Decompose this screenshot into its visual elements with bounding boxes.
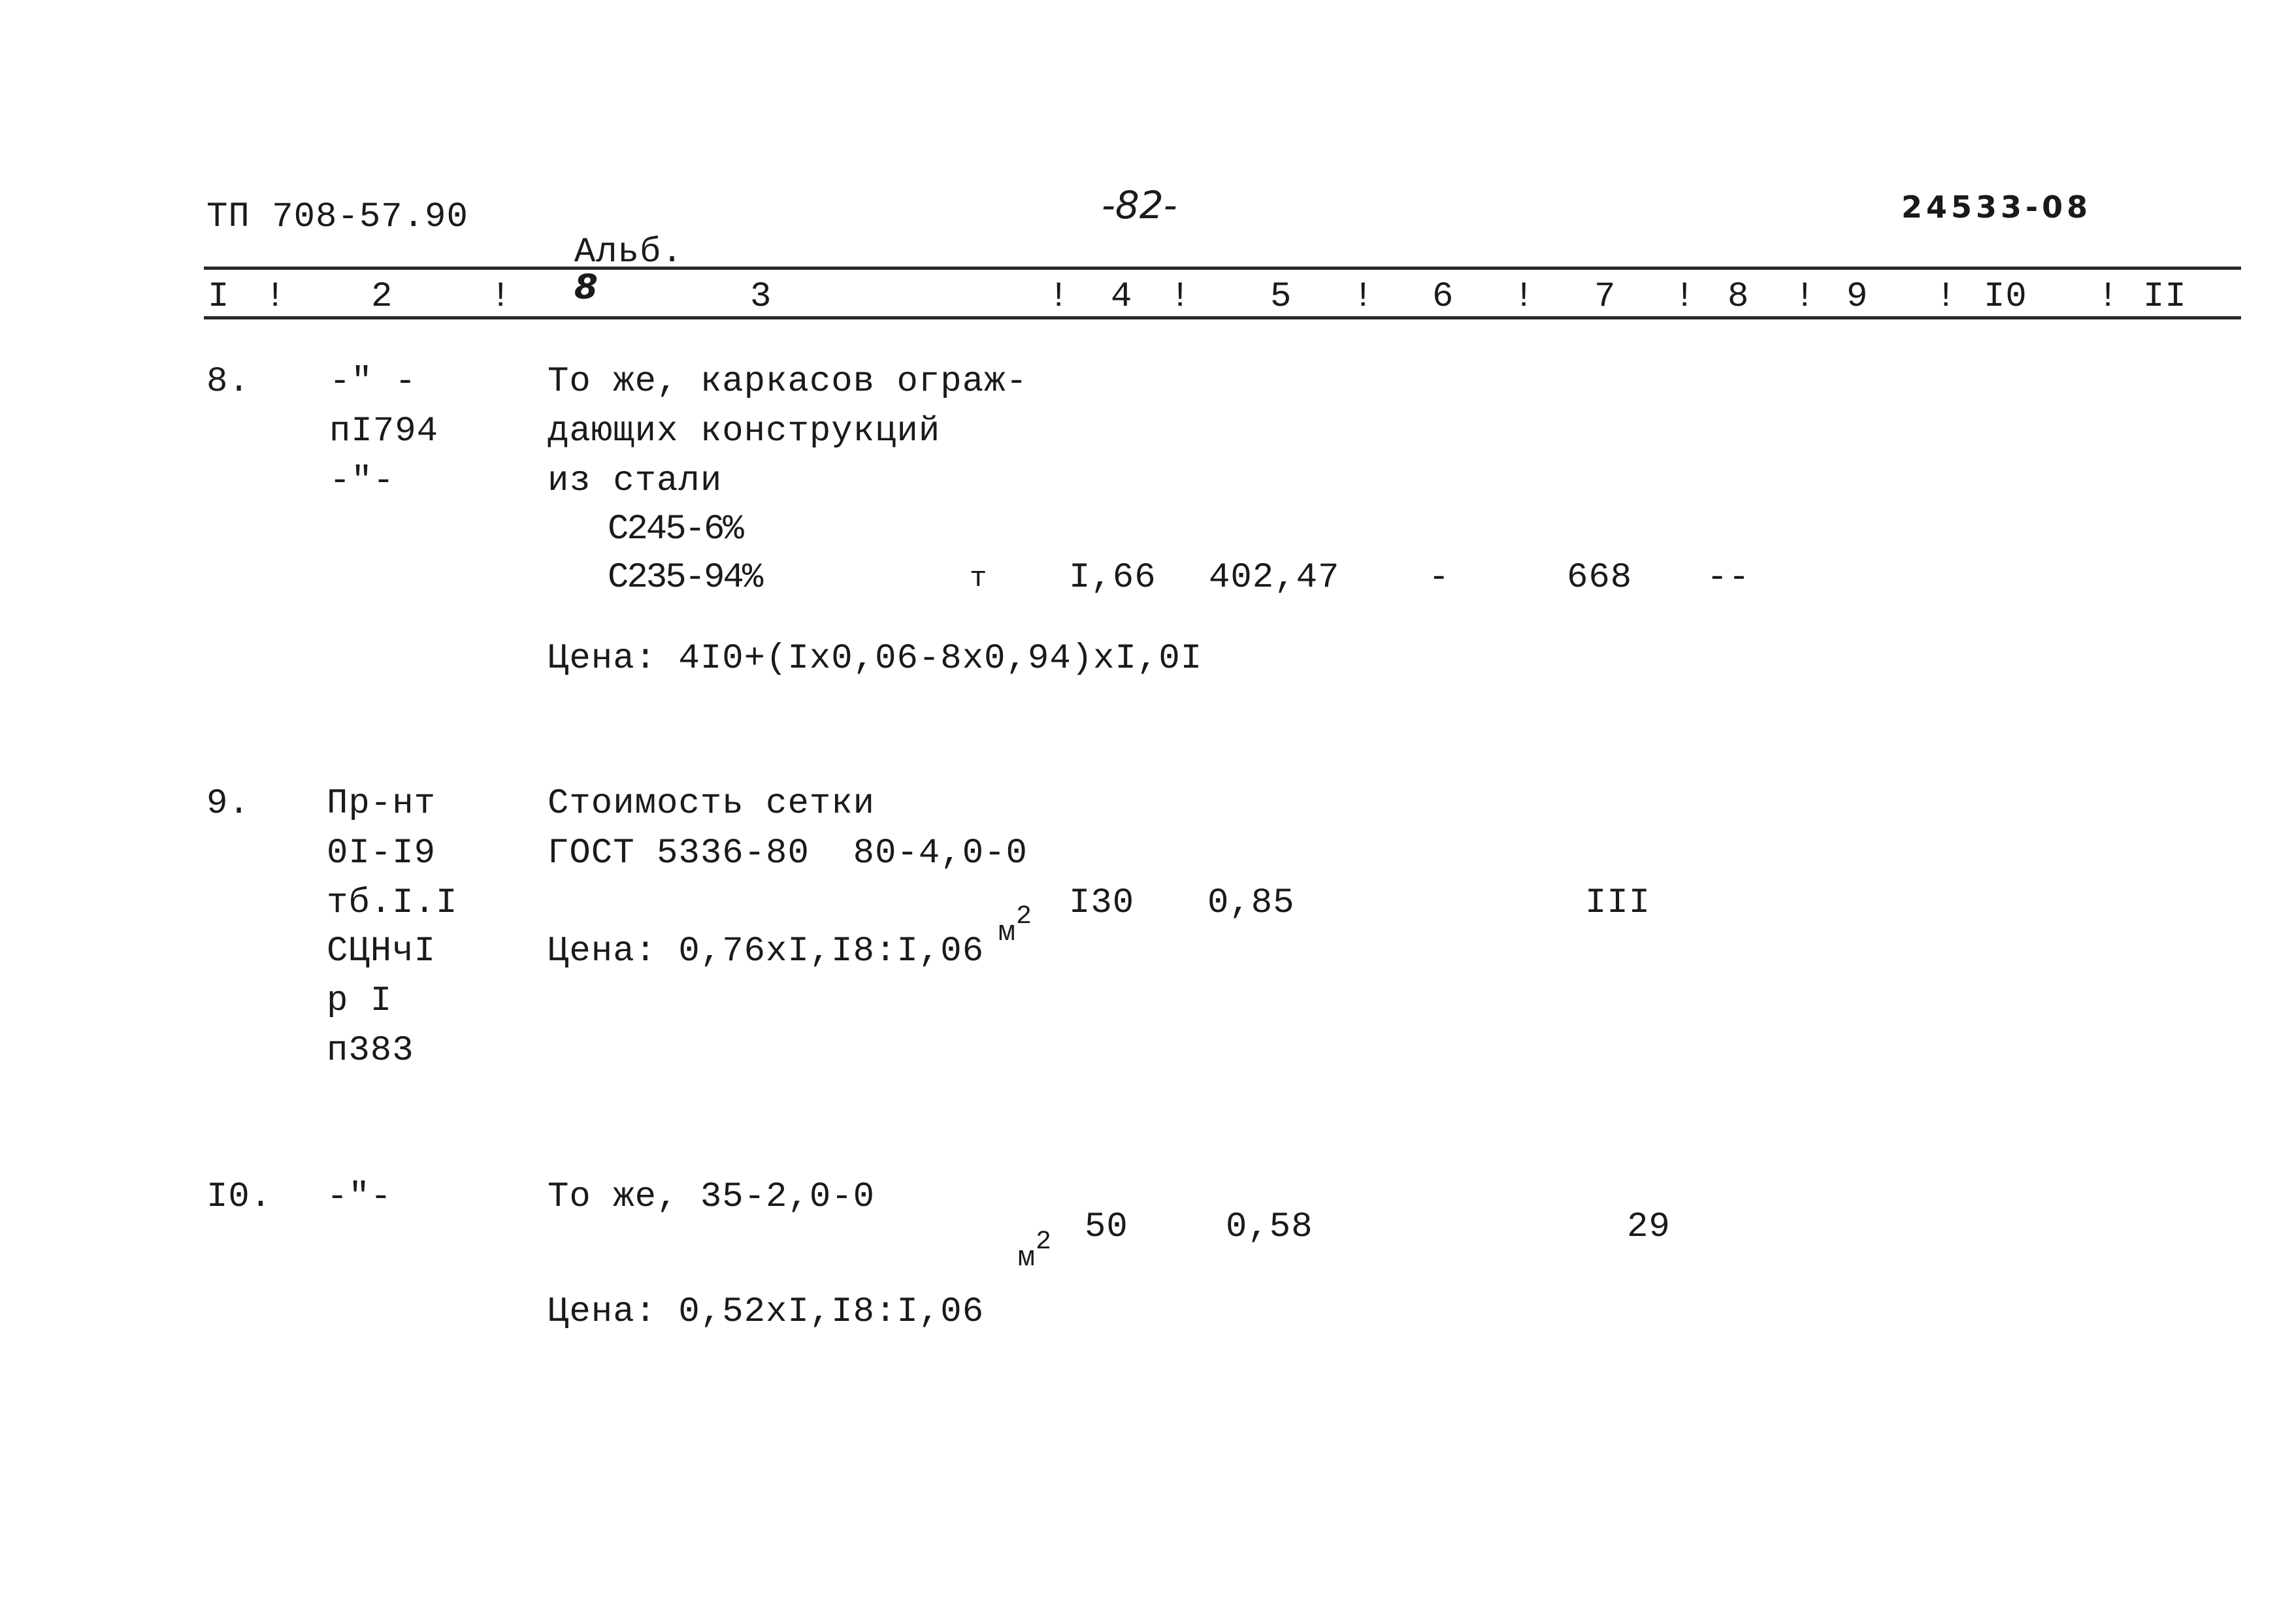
reference-line: -"- xyxy=(329,461,395,501)
steel-grade: C235-94% xyxy=(608,558,763,598)
price-formula: Цена: 0,52xI,I8:I,06 xyxy=(548,1292,985,1332)
column-separator: ! xyxy=(2097,277,2120,317)
reference-line: СЦНчI xyxy=(327,932,436,971)
column-7-value: 29 xyxy=(1627,1207,1671,1247)
unit-superscript: 2 xyxy=(1036,1227,1053,1257)
price-formula: Цена: 4I0+(Ix0,06-8x0,94)xI,0I xyxy=(548,639,1203,679)
description-line: Стоимость сетки xyxy=(548,784,876,824)
column-7-value: 668 xyxy=(1567,558,1633,598)
quantity: 50 xyxy=(1085,1207,1128,1247)
row-number: I0. xyxy=(206,1177,272,1217)
column-2: 2 xyxy=(371,277,393,317)
column-6-value: - xyxy=(1428,558,1450,598)
steel-grade: C245-6% xyxy=(608,510,744,549)
unit-price: 402,47 xyxy=(1209,558,1340,598)
reference-line: п383 xyxy=(327,1031,414,1071)
unit-price: 0,85 xyxy=(1207,883,1295,923)
unit: т xyxy=(970,562,988,595)
description-line: То же, 35-2,0-0 xyxy=(548,1177,876,1217)
description-line: из стали xyxy=(548,461,723,501)
column-7: 7 xyxy=(1594,277,1616,317)
column-separator: ! xyxy=(1170,277,1192,317)
row-number: 8. xyxy=(206,362,250,402)
header-top-rule xyxy=(204,267,2241,270)
column-10: I0 xyxy=(1984,277,2027,317)
unit-price: 0,58 xyxy=(1226,1207,1313,1247)
description-line: То же, каркасов ограж- xyxy=(548,362,1028,402)
description-line: ГОСТ 5336-80 80-4,0-0 xyxy=(548,834,1028,873)
column-separator: ! xyxy=(1674,277,1696,317)
quantity: I30 xyxy=(1069,883,1135,923)
unit-text: м xyxy=(998,917,1017,949)
column-1: I xyxy=(208,277,230,317)
description-line: дающих конструкций xyxy=(548,412,941,451)
column-7-value: III xyxy=(1585,883,1651,923)
column-separator: ! xyxy=(1048,277,1070,317)
reference-line: р I xyxy=(327,981,393,1021)
doc-code: ТП 708-57.90 xyxy=(206,197,468,237)
unit: м2 xyxy=(946,1215,1052,1301)
unit-superscript: 2 xyxy=(1016,902,1033,932)
column-9: 9 xyxy=(1846,277,1869,317)
column-8: 8 xyxy=(1728,277,1750,317)
page-number: -82- xyxy=(1102,183,1177,227)
column-separator: ! xyxy=(1935,277,1958,317)
column-8-value: -- xyxy=(1707,558,1750,598)
album-label: Альб. 8 xyxy=(531,200,683,308)
column-separator: ! xyxy=(1352,277,1375,317)
column-3: 3 xyxy=(750,277,772,317)
column-4: 4 xyxy=(1111,277,1133,317)
reference-line: пI794 xyxy=(329,412,439,451)
reference-line: Пр-нт xyxy=(327,784,436,824)
column-separator: ! xyxy=(265,277,287,317)
row-number: 9. xyxy=(206,784,250,824)
quantity: I,66 xyxy=(1069,558,1156,598)
reference-line: тб.I.I xyxy=(327,883,458,923)
column-separator: ! xyxy=(490,277,512,317)
column-6: 6 xyxy=(1432,277,1454,317)
column-5: 5 xyxy=(1270,277,1292,317)
album-number: 8 xyxy=(574,268,598,307)
column-11: II xyxy=(2143,277,2187,317)
reference-line: -" - xyxy=(329,362,417,402)
reference-line: 0I-I9 xyxy=(327,834,436,873)
column-separator: ! xyxy=(1513,277,1535,317)
document-stamp: 24533-08 xyxy=(1901,189,2092,225)
reference-line: -"- xyxy=(327,1177,393,1217)
column-separator: ! xyxy=(1794,277,1816,317)
unit-text: м xyxy=(1017,1242,1036,1275)
price-formula: Цена: 0,76xI,I8:I,06 xyxy=(548,932,985,971)
